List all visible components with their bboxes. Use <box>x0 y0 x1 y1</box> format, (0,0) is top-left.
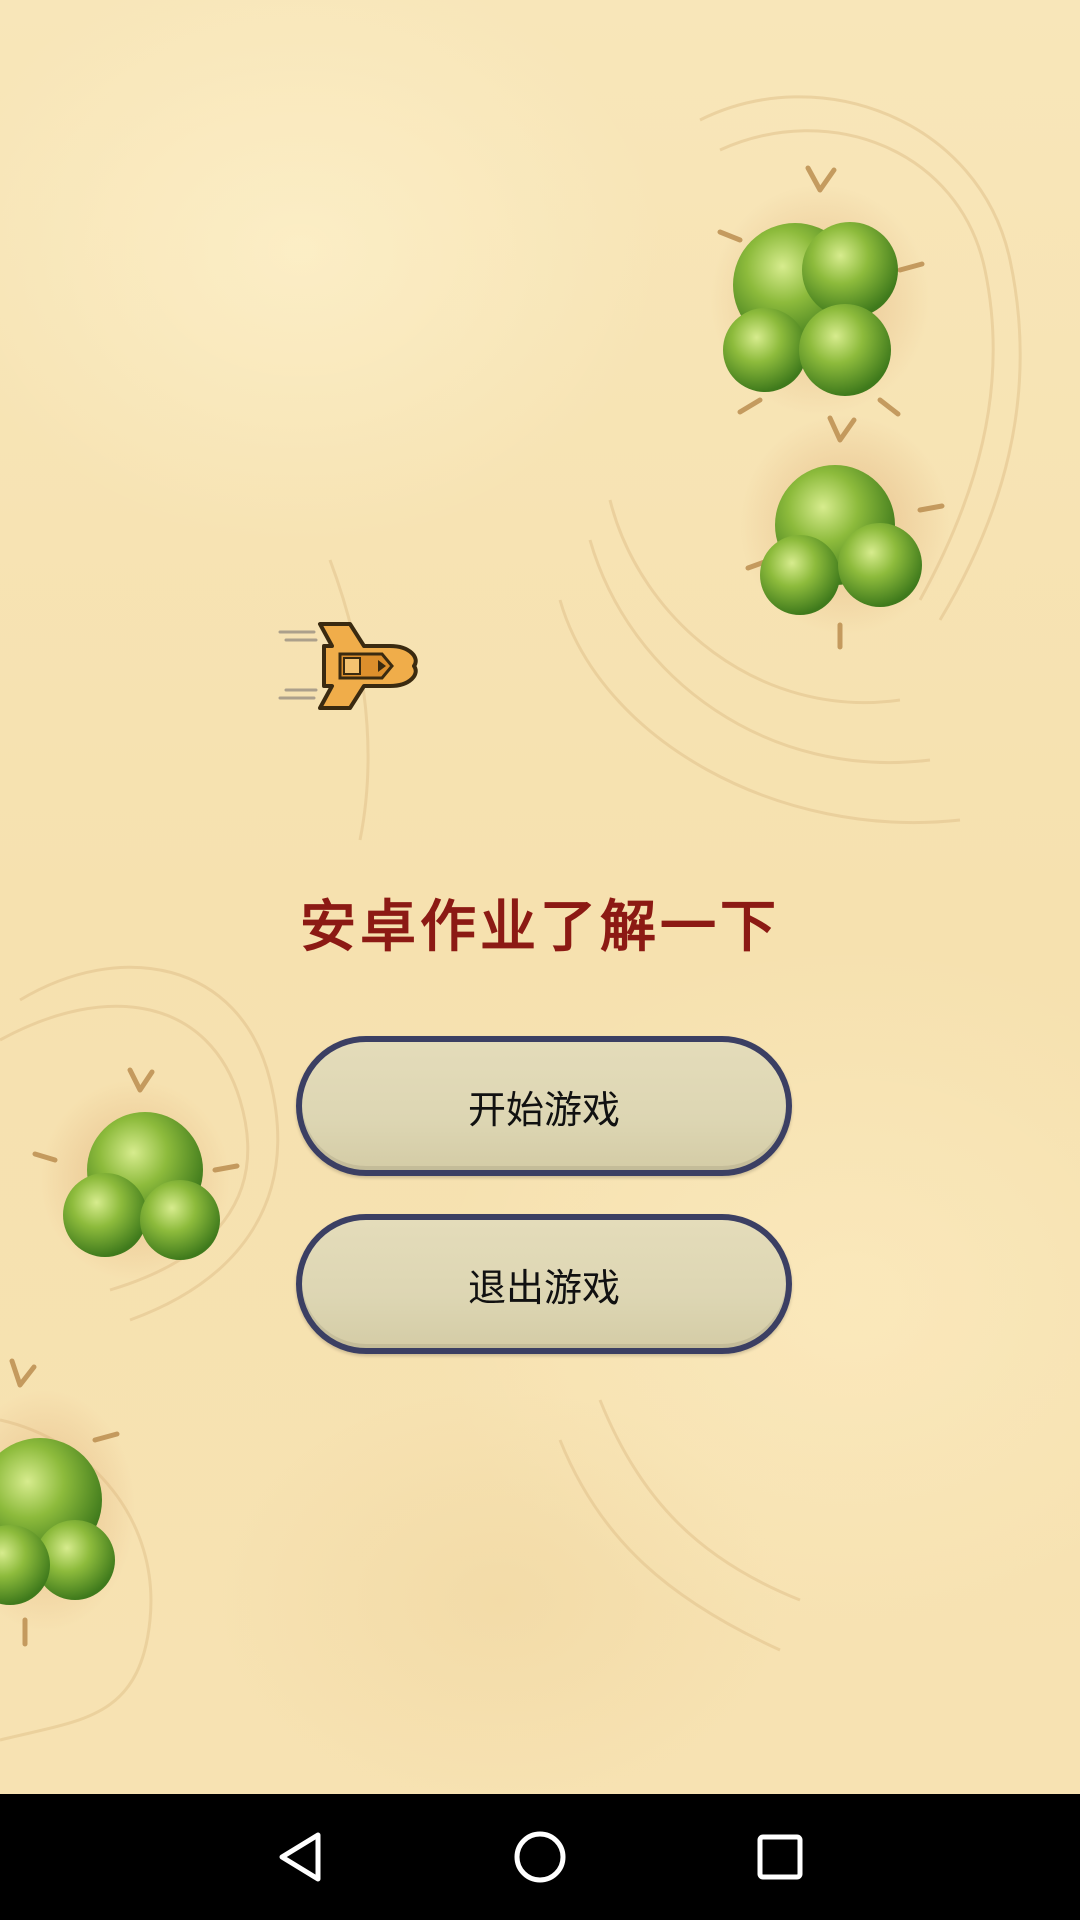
bush-cluster-top-right <box>710 165 950 650</box>
recent-apps-square-icon <box>757 1834 803 1880</box>
recent-apps-button[interactable] <box>740 1817 820 1897</box>
sand-background: 安卓作业了解一下 开始游戏 退出游戏 <box>0 0 1080 1794</box>
start-game-button[interactable]: 开始游戏 <box>296 1036 792 1176</box>
quit-game-label: 退出游戏 <box>467 1265 620 1310</box>
bush-bottom-left <box>0 1358 135 1647</box>
player-plane-icon <box>278 622 418 710</box>
home-button[interactable] <box>500 1817 580 1897</box>
game-screen: 安卓作业了解一下 开始游戏 退出游戏 <box>0 0 1080 1920</box>
back-triangle-icon <box>279 1832 321 1882</box>
game-title: 安卓作业了解一下 <box>300 895 780 960</box>
bush-mid-left <box>32 1067 240 1280</box>
home-circle-icon <box>514 1831 566 1883</box>
back-button[interactable] <box>260 1817 340 1897</box>
quit-game-button[interactable]: 退出游戏 <box>296 1214 792 1354</box>
start-game-label: 开始游戏 <box>467 1087 620 1132</box>
system-navigation-bar <box>0 1794 1080 1920</box>
